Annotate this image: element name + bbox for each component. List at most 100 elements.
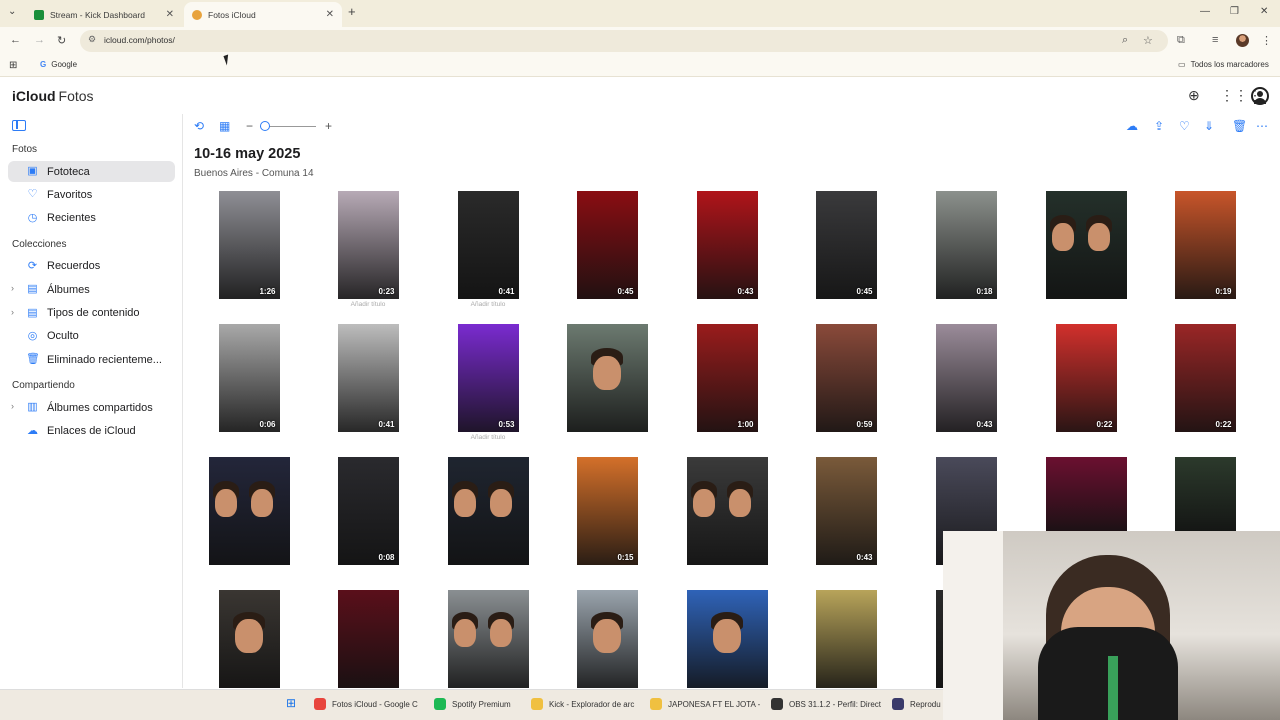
video-thumbnail[interactable]: 0:06: [218, 324, 280, 432]
photo-thumbnail[interactable]: [1045, 457, 1127, 531]
windows-start-icon[interactable]: ⊞: [286, 696, 296, 710]
taskbar-app[interactable]: Fotos iCloud - Google C: [314, 698, 426, 710]
video-thumbnail[interactable]: 0:43: [815, 457, 877, 565]
chevron-right-icon[interactable]: ›: [11, 307, 14, 317]
video-thumbnail[interactable]: 0:53: [457, 324, 519, 432]
bookmark-star-icon[interactable]: ☆: [1143, 34, 1153, 47]
forward-icon[interactable]: →: [34, 34, 45, 46]
photo-thumbnail[interactable]: [566, 324, 648, 432]
photo-thumbnail[interactable]: [686, 590, 768, 688]
photo-thumbnail[interactable]: [1045, 191, 1127, 299]
zoom-icon[interactable]: ⌕: [1122, 34, 1128, 47]
zoom-slider-knob[interactable]: [260, 121, 270, 131]
close-tab-icon[interactable]: ✕: [326, 9, 334, 20]
video-thumbnail[interactable]: 0:18: [935, 191, 997, 299]
video-thumbnail[interactable]: 0:45: [815, 191, 877, 299]
photo-thumbnail[interactable]: [447, 457, 529, 565]
back-icon[interactable]: ←: [10, 34, 21, 46]
taskbar-app[interactable]: Reprodu: [892, 698, 942, 710]
tab-search-icon[interactable]: ⌄: [8, 6, 16, 17]
photo-thumbnail[interactable]: [208, 457, 290, 565]
apps-grid-icon[interactable]: ⊞: [9, 60, 17, 71]
media-control-icon[interactable]: ≡: [1212, 34, 1218, 46]
add-title-caption[interactable]: Añadir título: [328, 301, 408, 308]
profile-avatar[interactable]: [1236, 34, 1249, 47]
minimize-icon[interactable]: —: [1200, 6, 1210, 17]
video-thumbnail[interactable]: 0:22: [1174, 324, 1236, 432]
sidebar-item-recuerdos[interactable]: ⟳ Recuerdos: [8, 256, 175, 277]
video-thumbnail[interactable]: 0:45: [576, 191, 638, 299]
download-icon[interactable]: ⇓: [1204, 119, 1214, 133]
video-thumbnail[interactable]: 0:22: [1055, 324, 1117, 432]
video-thumbnail[interactable]: 0:08: [337, 457, 399, 565]
sidebar-item-recientes[interactable]: ◷ Recientes: [8, 208, 175, 229]
sidebar-item-oculto[interactable]: ◎ Oculto: [8, 326, 175, 347]
add-circle-icon[interactable]: ⊕: [1188, 87, 1200, 104]
site-info-icon[interactable]: ⚙: [88, 34, 96, 45]
video-thumbnail[interactable]: 0:59: [815, 324, 877, 432]
close-tab-icon[interactable]: ✕: [166, 9, 174, 20]
taskbar-app-icon: [650, 698, 662, 710]
video-thumbnail[interactable]: 1:00: [696, 324, 758, 432]
memories-icon: ⟳: [27, 259, 38, 272]
address-bar[interactable]: ⚙ icloud.com/photos/: [80, 30, 1168, 52]
photo-thumbnail[interactable]: [576, 590, 638, 688]
extensions-icon[interactable]: ⧉: [1177, 34, 1185, 47]
video-thumbnail[interactable]: 0:43: [696, 191, 758, 299]
zoom-out-icon[interactable]: −: [246, 119, 253, 133]
reload-icon[interactable]: ↻: [57, 34, 66, 47]
video-thumbnail[interactable]: 0:43: [935, 324, 997, 432]
tab-fotos-icloud[interactable]: Fotos iCloud ✕: [184, 2, 342, 27]
video-duration: 0:59: [856, 420, 873, 429]
sidebar-item-label: Oculto: [47, 330, 79, 343]
sidebar-toggle-icon[interactable]: [12, 120, 26, 131]
photo-thumbnail[interactable]: [337, 590, 399, 688]
taskbar-app[interactable]: OBS 31.1.2 - Perfil: Direct: [771, 698, 883, 710]
sidebar-item-favoritos[interactable]: ♡ Favoritos: [8, 184, 175, 205]
person-face: [454, 619, 477, 648]
calendar-view-icon[interactable]: ▦: [219, 119, 230, 133]
sidebar-item-eliminado-recienteme-[interactable]: 🗑 Eliminado recienteme...: [8, 349, 175, 370]
photo-thumbnail[interactable]: [218, 590, 280, 688]
bookmark-google[interactable]: G Google: [40, 60, 77, 69]
sidebar-item-tipos-de-contenido[interactable]: › ▤ Tipos de contenido: [8, 303, 175, 324]
favorite-icon[interactable]: ♡: [1179, 119, 1190, 133]
taskbar-app[interactable]: Kick - Explorador de arc: [531, 698, 643, 710]
chevron-right-icon[interactable]: ›: [11, 283, 14, 293]
tab-kick-dashboard[interactable]: Stream - Kick Dashboard ✕: [26, 2, 182, 27]
sidebar-item-enlaces-de-icloud[interactable]: ☁ Enlaces de iCloud: [8, 421, 175, 442]
sidebar-item-fototeca[interactable]: ▣ Fototeca: [8, 161, 175, 182]
video-thumbnail[interactable]: 0:19: [1174, 191, 1236, 299]
share-icon[interactable]: ⇪: [1154, 119, 1164, 133]
photo-thumbnail[interactable]: [447, 590, 529, 688]
account-icon[interactable]: [1251, 87, 1269, 105]
all-bookmarks[interactable]: ▭ Todos los marcadores: [1178, 60, 1269, 69]
taskbar-app[interactable]: JAPONESA FT EL JOTA -: [650, 698, 762, 710]
new-tab-button[interactable]: +: [348, 4, 356, 19]
sidebar-item-álbumes-compartidos[interactable]: › ▥ Álbumes compartidos: [8, 397, 175, 418]
icloud-logo[interactable]: iCloud Fotos: [12, 88, 94, 104]
close-window-icon[interactable]: ✕: [1260, 6, 1268, 17]
video-thumbnail[interactable]: 0:41: [337, 324, 399, 432]
menu-dots-icon[interactable]: ⋮: [1261, 34, 1272, 47]
maximize-icon[interactable]: ❐: [1230, 6, 1239, 17]
photo-thumbnail[interactable]: [1174, 457, 1236, 531]
add-title-caption[interactable]: Añadir título: [448, 301, 528, 308]
video-thumbnail[interactable]: 1:26: [218, 191, 280, 299]
video-thumbnail[interactable]: 0:15: [576, 457, 638, 565]
video-duration: 0:23: [378, 287, 395, 296]
sidebar-item-álbumes[interactable]: › ▤ Álbumes: [8, 279, 175, 300]
product-name: Fotos: [58, 88, 94, 104]
zoom-in-icon[interactable]: +: [325, 119, 332, 133]
delete-icon[interactable]: 🗑: [1232, 119, 1247, 133]
photo-thumbnail[interactable]: [686, 457, 768, 565]
upload-icon[interactable]: ☁: [1126, 119, 1138, 133]
chevron-right-icon[interactable]: ›: [11, 401, 14, 411]
photo-thumbnail[interactable]: [815, 590, 877, 688]
video-thumbnail[interactable]: 0:41: [457, 191, 519, 299]
rotate-icon[interactable]: ⟲: [194, 119, 204, 133]
video-thumbnail[interactable]: 0:23: [337, 191, 399, 299]
taskbar-app[interactable]: Spotify Premium: [434, 698, 526, 710]
add-title-caption[interactable]: Añadir título: [448, 434, 528, 441]
more-options-icon[interactable]: ⋯: [1256, 119, 1268, 133]
